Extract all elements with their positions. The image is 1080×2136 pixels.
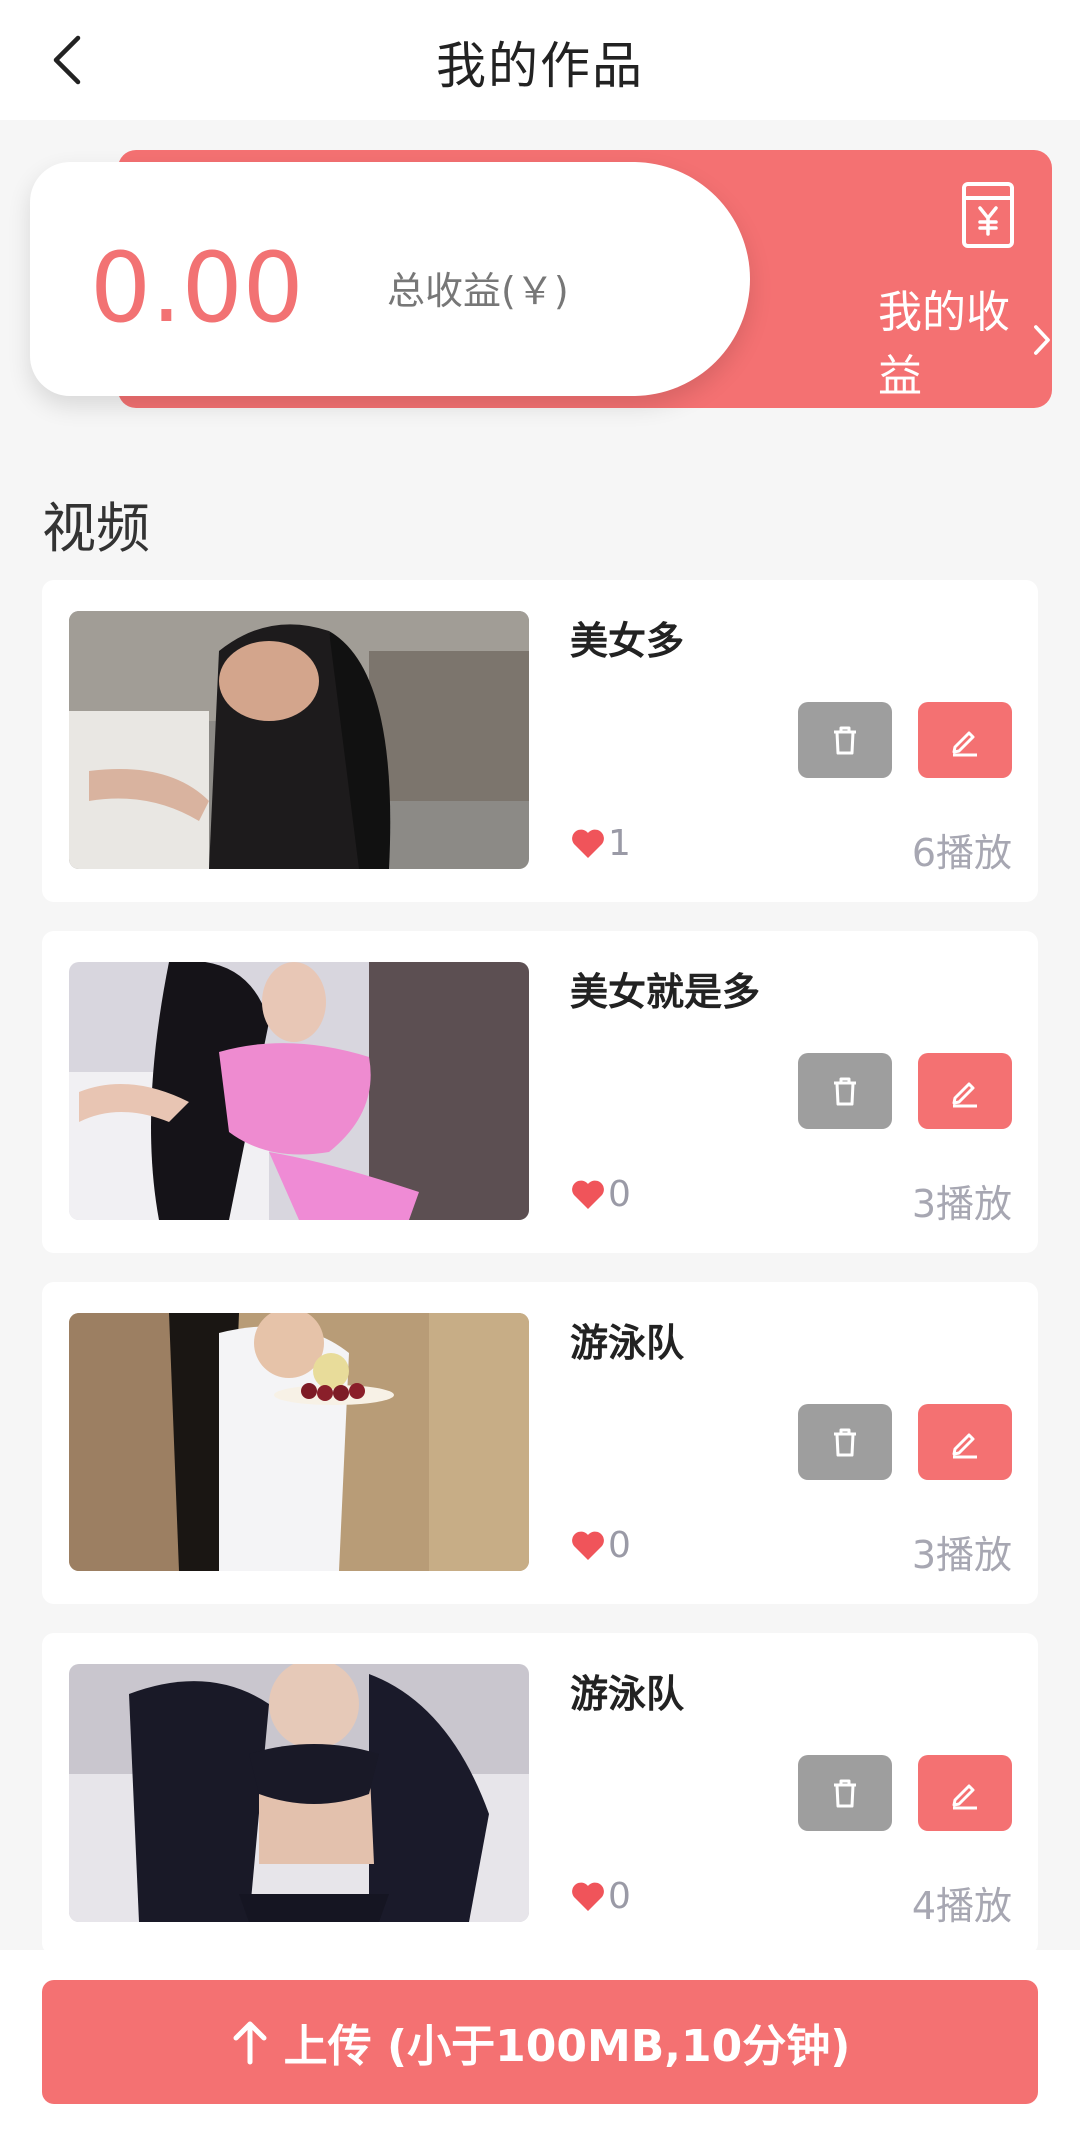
edit-button[interactable]	[918, 1053, 1012, 1129]
delete-button[interactable]	[798, 1053, 892, 1129]
top-nav-bar: 我的作品	[0, 0, 1080, 120]
upload-label: 上传 (小于100MB,10分钟)	[283, 2021, 851, 2072]
trash-icon	[834, 1779, 856, 1808]
heart-icon	[572, 1531, 604, 1560]
video-thumbnail[interactable]	[69, 1664, 529, 1922]
video-title: 美女多	[570, 619, 685, 663]
delete-button[interactable]	[798, 1404, 892, 1480]
like-count[interactable]: 0	[570, 1876, 631, 1917]
trash-icon	[834, 726, 856, 755]
video-thumbnail[interactable]	[69, 1313, 529, 1571]
chevron-right-icon	[1033, 325, 1050, 355]
my-earnings-label: 我的收益	[878, 287, 1010, 402]
play-count: 6播放	[911, 831, 1012, 875]
total-earnings-panel: 0.00 总收益(￥)	[30, 162, 750, 396]
like-count[interactable]: 0	[570, 1174, 631, 1215]
arrow-up-icon	[233, 2021, 267, 2065]
edit-button[interactable]	[918, 1404, 1012, 1480]
pencil-icon	[952, 1082, 977, 1108]
like-count-value: 0	[608, 1174, 631, 1215]
edit-button[interactable]	[918, 702, 1012, 778]
pencil-icon	[952, 1433, 977, 1459]
video-title: 美女就是多	[570, 970, 761, 1014]
trash-icon	[834, 1077, 856, 1106]
like-count-value: 1	[608, 823, 631, 864]
trash-icon	[834, 1428, 856, 1457]
pencil-icon	[952, 1784, 977, 1810]
video-card[interactable]: 游泳队 0 4播放	[42, 1633, 1038, 1955]
total-earnings-amount: 0.00	[90, 232, 304, 344]
total-earnings-label: 总收益(￥)	[387, 269, 569, 313]
play-count: 3播放	[911, 1533, 1012, 1577]
video-thumbnail[interactable]	[69, 611, 529, 869]
upload-button[interactable]: 上传 (小于100MB,10分钟)	[42, 1980, 1038, 2104]
my-earnings-link[interactable]: 我的收益	[878, 276, 1052, 404]
bottom-bar: 上传 (小于100MB,10分钟)	[0, 1950, 1080, 2136]
yen-envelope-icon	[962, 182, 1014, 248]
earnings-card: 我的收益 0.00 总收益(￥)	[30, 150, 1052, 410]
edit-button[interactable]	[918, 1755, 1012, 1831]
section-title-videos: 视频	[42, 497, 150, 560]
video-card[interactable]: 游泳队 0 3播放	[42, 1282, 1038, 1604]
thumbnail-image	[69, 1664, 529, 1922]
like-count[interactable]: 1	[570, 823, 631, 864]
video-card[interactable]: 美女多 1 6播放	[42, 580, 1038, 902]
like-count-value: 0	[608, 1525, 631, 1566]
delete-button[interactable]	[798, 702, 892, 778]
heart-icon	[572, 1882, 604, 1911]
video-title: 游泳队	[570, 1321, 685, 1365]
like-count[interactable]: 0	[570, 1525, 631, 1566]
play-count: 4播放	[911, 1884, 1012, 1928]
play-count: 3播放	[911, 1182, 1012, 1226]
delete-button[interactable]	[798, 1755, 892, 1831]
thumbnail-image	[69, 611, 529, 869]
page-title: 我的作品	[436, 37, 644, 95]
video-card[interactable]: 美女就是多 0 3播放	[42, 931, 1038, 1253]
pencil-icon	[952, 731, 977, 757]
like-count-value: 0	[608, 1876, 631, 1917]
video-title: 游泳队	[570, 1672, 685, 1716]
thumbnail-image	[69, 1313, 529, 1571]
heart-icon	[572, 829, 604, 858]
heart-icon	[572, 1180, 604, 1209]
video-thumbnail[interactable]	[69, 962, 529, 1220]
thumbnail-image	[69, 962, 529, 1220]
